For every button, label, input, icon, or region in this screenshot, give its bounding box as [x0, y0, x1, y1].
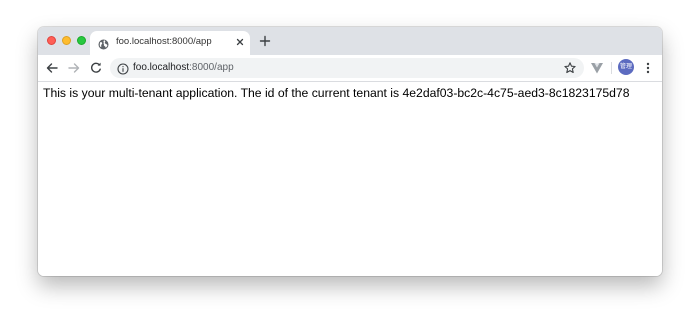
- vue-devtools-icon[interactable]: [590, 61, 604, 75]
- page-content: This is your multi-tenant application. T…: [38, 82, 662, 276]
- window-maximize-button[interactable]: [77, 36, 86, 45]
- new-tab-icon[interactable]: [258, 34, 272, 48]
- window-close-button[interactable]: [47, 36, 56, 45]
- reload-icon[interactable]: [88, 60, 104, 76]
- tab-close-icon[interactable]: [234, 36, 246, 48]
- tab-title: foo.localhost:8000/app: [116, 36, 212, 47]
- url-path: :8000/app: [189, 62, 234, 73]
- browser-window: foo.localhost:8000/app foo.localhost:800…: [38, 27, 662, 276]
- screenshot-stage: foo.localhost:8000/app foo.localhost:800…: [0, 0, 700, 326]
- forward-arrow-icon[interactable]: [66, 60, 82, 76]
- window-minimize-button[interactable]: [62, 36, 71, 45]
- address-url: foo.localhost:8000/app: [133, 62, 234, 74]
- tenant-message: This is your multi-tenant application. T…: [43, 86, 630, 100]
- kebab-menu-icon[interactable]: [642, 60, 654, 76]
- bookmark-star-icon[interactable]: [563, 61, 577, 75]
- address-bar[interactable]: foo.localhost:8000/app: [110, 58, 584, 78]
- profile-avatar[interactable]: 管理: [618, 59, 634, 75]
- url-host: foo.localhost: [133, 62, 190, 73]
- toolbar-separator: [611, 62, 612, 74]
- active-tab[interactable]: foo.localhost:8000/app: [90, 31, 250, 55]
- info-icon[interactable]: [117, 62, 129, 75]
- browser-toolbar: foo.localhost:8000/app 管理: [38, 55, 662, 82]
- tab-strip: foo.localhost:8000/app: [38, 27, 662, 55]
- globe-icon: [98, 37, 109, 50]
- back-arrow-icon[interactable]: [44, 60, 60, 76]
